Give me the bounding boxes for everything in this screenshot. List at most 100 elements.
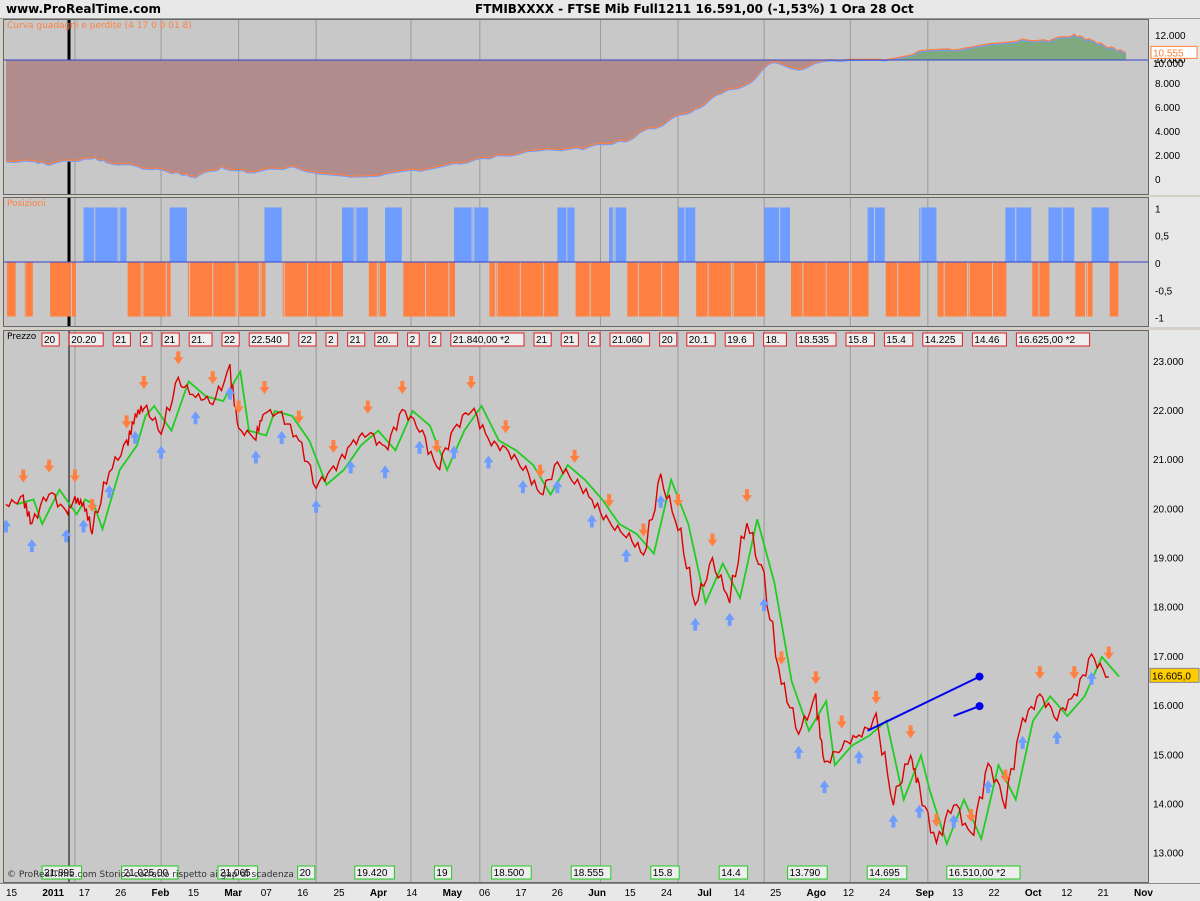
buy-arrow — [819, 780, 830, 794]
y-tick-label: 0,5 — [1155, 232, 1169, 243]
short-position-block — [50, 262, 76, 317]
x-tick-label: 14 — [406, 888, 418, 899]
x-tick-label: Apr — [370, 888, 387, 899]
trade-label: 19.6 — [727, 335, 747, 346]
short-position-block — [575, 262, 611, 317]
sell-arrow — [810, 671, 821, 685]
long-position-block — [1091, 207, 1109, 262]
positions-panel-label: Posizioni — [7, 199, 46, 209]
x-tick-label: 07 — [261, 888, 273, 899]
y-tick-label: 12.000 — [1155, 31, 1186, 42]
buy-arrow — [250, 450, 261, 464]
trade-label: 20.20 — [71, 335, 96, 346]
sell-arrow — [138, 376, 149, 390]
x-tick-label: 15 — [6, 888, 18, 899]
y-tick-label: 0 — [1155, 259, 1161, 270]
trade-label: 20.1 — [689, 335, 709, 346]
x-tick-label: 25 — [333, 888, 345, 899]
moving-average-line — [16, 368, 1120, 847]
x-tick-label: 17 — [79, 888, 91, 899]
positions-y-axis[interactable]: 1 0,5 0 -0,5 -1 — [1149, 197, 1200, 327]
equity-y-axis[interactable]: 12.000 10.000 8.000 6.000 4.000 2.000 0 10.555 1… — [1149, 19, 1200, 195]
x-tick-label: Sep — [916, 888, 934, 899]
sell-arrow — [397, 380, 408, 394]
long-position-block — [385, 207, 403, 262]
y-tick-label: 8.000 — [1155, 79, 1180, 90]
buy-arrow — [156, 445, 167, 459]
chart-title: FTMIBXXXX - FTSE Mib Full1211 16.591,00 … — [475, 2, 914, 16]
trade-label: 20 — [44, 335, 56, 346]
long-position-block — [342, 207, 368, 262]
short-position-block — [885, 262, 921, 317]
x-tick-label: Nov — [1134, 888, 1153, 899]
buy-arrow — [276, 430, 287, 444]
short-position-block — [282, 262, 343, 317]
x-tick-label: 14 — [734, 888, 746, 899]
buy-arrow — [345, 460, 356, 474]
y-tick-label: 18.000 — [1153, 603, 1184, 614]
long-position-block — [557, 207, 575, 262]
sell-arrow — [18, 469, 29, 483]
sell-arrow — [965, 808, 976, 822]
price-y-axis[interactable]: 23.000 22.000 21.000 20.000 19.000 18.000 17.0… — [1149, 330, 1200, 883]
time-axis[interactable]: 15 2011 17 26 Feb 15 Mar 07 16 25 Apr 14 May 06 17 26 Ju… — [0, 883, 1200, 901]
equity-panel-label: Curva guadagni e perdite (4 17 0 0 01 8) — [7, 21, 192, 31]
trade-label: 21 — [164, 335, 176, 346]
trade-label: 21.840,00 *2 — [453, 335, 510, 346]
long-position-block — [169, 207, 187, 262]
site-name[interactable]: www.ProRealTime.com — [6, 2, 161, 16]
y-tick-label: 21.000 — [1153, 455, 1184, 466]
price-chart: 20 20.20 21 2 21 21. 22 22.540 22 2 21 20. 2 2 21.840,… — [4, 331, 1120, 882]
equity-panel[interactable]: Curva guadagni e perdite (4 17 0 0 01 8) — [3, 19, 1149, 195]
y-tick-label: 6.000 — [1155, 103, 1180, 114]
short-position-block — [24, 262, 33, 317]
last-value-label: 10.555 — [1153, 48, 1184, 59]
trade-label: 16.625,00 *2 — [1018, 335, 1075, 346]
buy-arrow — [4, 519, 11, 533]
trade-label: 20. — [377, 335, 391, 346]
y-tick-label: 13.000 — [1153, 849, 1184, 860]
positions-panel[interactable]: Posizioni — [3, 197, 1149, 327]
trade-label: 18.535 — [798, 335, 829, 346]
y-tick-label: 16.000 — [1153, 701, 1184, 712]
sell-arrow — [1034, 666, 1045, 680]
short-position-block — [696, 262, 766, 317]
buy-arrow — [853, 750, 864, 764]
x-tick-label: 17 — [515, 888, 527, 899]
trade-label: 22 — [224, 335, 236, 346]
x-tick-label: 13 — [952, 888, 964, 899]
y-tick-label: 15.000 — [1153, 750, 1184, 761]
x-tick-label: Ago — [807, 888, 826, 899]
buy-arrow — [586, 514, 597, 528]
ref-value-label: 10.000 — [1153, 59, 1184, 70]
y-tick-label: 23.000 — [1153, 357, 1184, 368]
short-position-block — [403, 262, 455, 317]
price-panel[interactable]: 20 20.20 21 2 21 21. 22 22.540 22 2 21 20. 2 2 21.840,… — [3, 330, 1149, 883]
y-tick-label: 20.000 — [1153, 504, 1184, 515]
short-position-block — [1109, 262, 1119, 317]
y-tick-label: 14.000 — [1153, 800, 1184, 811]
x-tick-label: Mar — [224, 888, 242, 899]
buy-arrow — [690, 617, 701, 631]
trade-label: 22.540 — [251, 335, 282, 346]
trade-label: 19 — [436, 868, 448, 879]
x-tick-label: 21 — [1098, 888, 1110, 899]
buy-arrow — [483, 455, 494, 469]
trade-label: 18.500 — [494, 868, 525, 879]
sell-arrow — [207, 371, 218, 385]
sell-arrow — [871, 690, 882, 704]
short-position-block — [627, 262, 679, 317]
long-position-block — [1048, 207, 1075, 262]
buy-arrow — [1017, 735, 1028, 749]
sell-arrow — [1069, 666, 1080, 680]
buy-arrow — [724, 612, 735, 626]
trade-label: 2 — [142, 335, 148, 346]
y-tick-label: 19.000 — [1153, 554, 1184, 565]
sell-arrow — [707, 533, 718, 547]
trade-label: 14.695 — [869, 868, 900, 879]
positions-chart — [4, 198, 1148, 326]
y-tick-label: -0,5 — [1155, 286, 1173, 297]
sell-arrow — [173, 351, 184, 365]
buy-arrow — [190, 411, 201, 425]
trade-label: 15.8 — [848, 335, 868, 346]
